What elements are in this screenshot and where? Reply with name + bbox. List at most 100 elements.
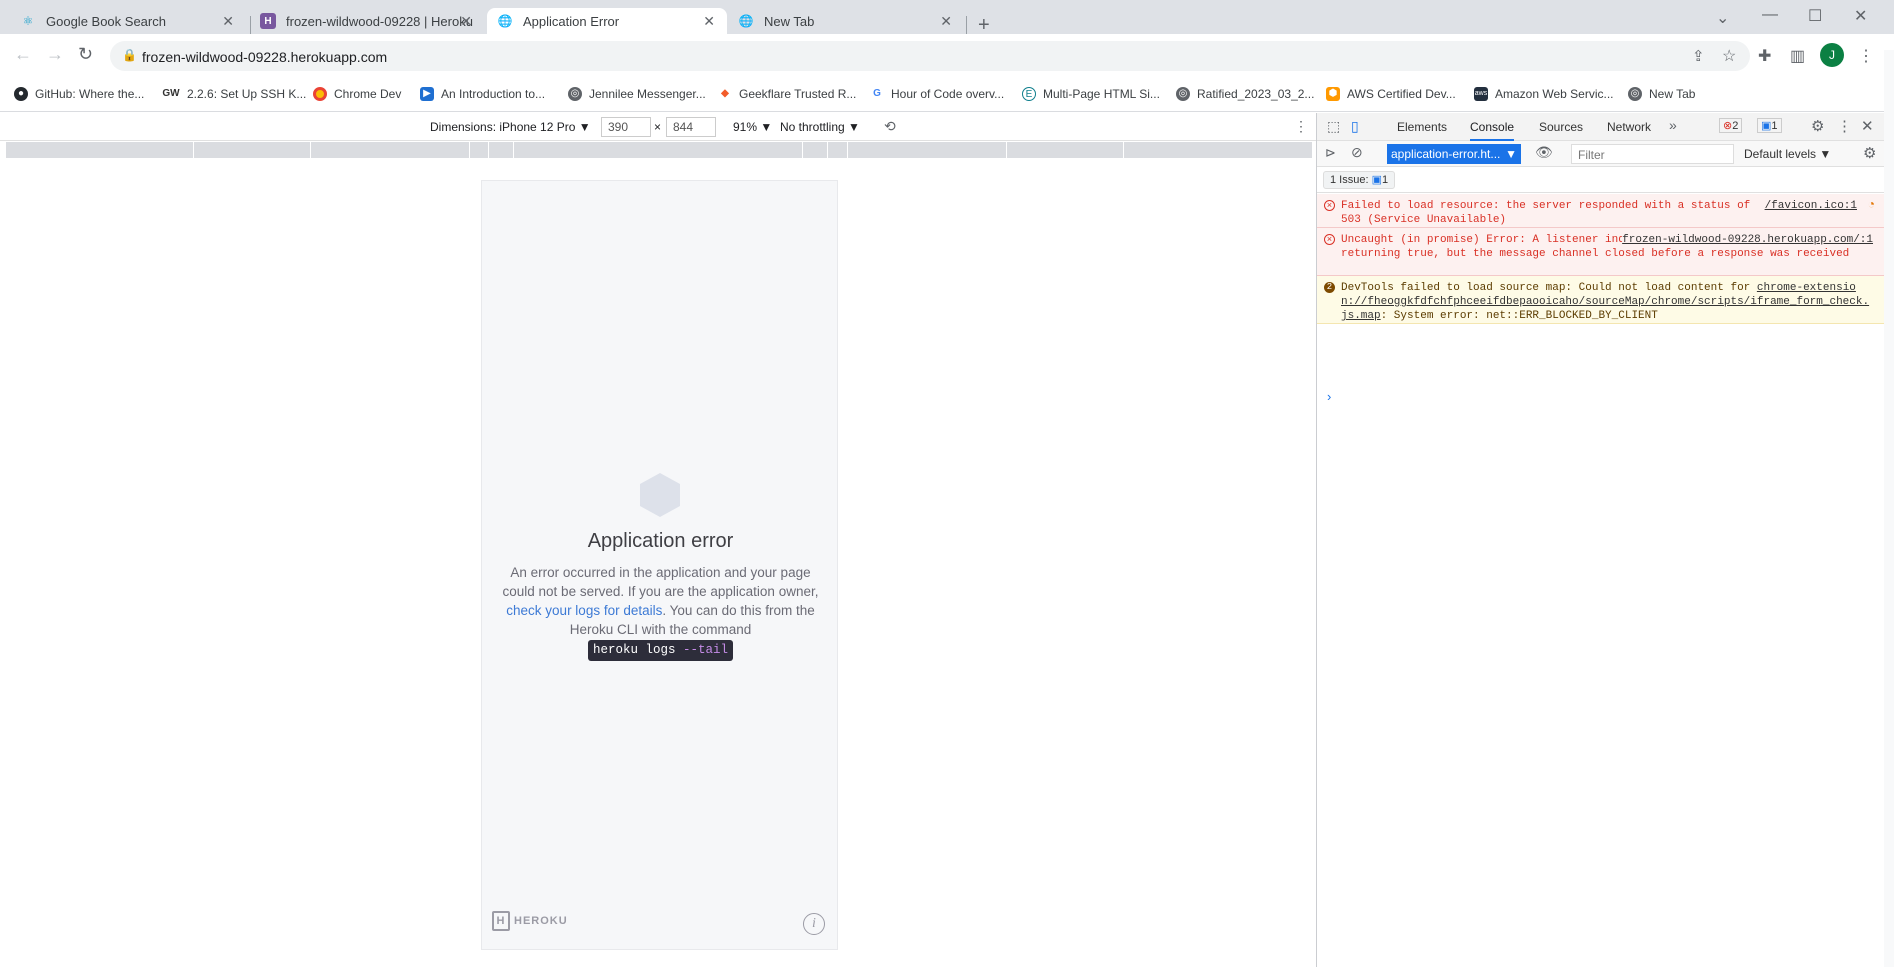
console-message[interactable]: 2 DevTools failed to load source map: Co… xyxy=(1317,276,1885,324)
error-icon: ⊗ xyxy=(1723,120,1733,132)
globe-icon: ◎ xyxy=(1628,87,1642,101)
maximize-button[interactable]: ☐ xyxy=(1808,6,1822,26)
settings-icon[interactable]: ⚙ xyxy=(1811,117,1824,135)
console-settings-icon[interactable]: ⚙ xyxy=(1863,144,1876,162)
info-icon[interactable]: i xyxy=(803,913,825,935)
tab-new-tab[interactable]: 🌐 New Tab ✕ xyxy=(728,8,964,34)
tab-elements[interactable]: Elements xyxy=(1397,120,1447,134)
forward-button[interactable]: → xyxy=(46,44,64,65)
page-title: Application error xyxy=(587,530,734,552)
hexagon-icon xyxy=(640,473,680,517)
zoom-select[interactable]: 91% ▼ xyxy=(733,120,772,134)
devtools-menu-icon[interactable]: ⋮ xyxy=(1837,117,1852,135)
bookmark-item[interactable]: Chrome Dev xyxy=(313,87,401,101)
issues-button[interactable]: 1 Issue: ▣1 xyxy=(1323,171,1396,189)
bookmark-item[interactable]: ◎ New Tab xyxy=(1628,87,1695,101)
throttling-select[interactable]: No throttling ▼ xyxy=(780,120,860,134)
filter-input[interactable]: Filter xyxy=(1571,144,1734,164)
bookmark-star-icon[interactable]: ☆ xyxy=(1722,46,1736,66)
bookmark-item[interactable]: ◎ Jennilee Messenger... xyxy=(568,87,706,101)
avatar[interactable]: J xyxy=(1820,43,1844,67)
device-viewport: Application error An error occurred in t… xyxy=(481,180,838,950)
tab-network[interactable]: Network xyxy=(1607,120,1651,134)
cli-command: heroku logs --tail xyxy=(587,640,734,661)
globe-icon: ◎ xyxy=(568,87,582,101)
more-tabs-icon[interactable]: » xyxy=(1669,117,1677,133)
tab-application-error[interactable]: 🌐 Application Error ✕ xyxy=(487,8,727,34)
bookmark-item[interactable]: GW 2.2.6: Set Up SSH K... xyxy=(162,87,306,101)
aws-cert-icon: ⬢ xyxy=(1326,87,1340,101)
device-select[interactable]: Dimensions: iPhone 12 Pro ▼ xyxy=(430,120,591,134)
right-edge-strip xyxy=(1884,50,1894,967)
tab-title: Application Error xyxy=(523,13,620,29)
tab-search-icon[interactable]: ⌄ xyxy=(1716,8,1729,28)
rotate-icon[interactable]: ⟲ xyxy=(884,118,896,135)
bookmark-item[interactable]: ⬢ AWS Certified Dev... xyxy=(1326,87,1456,101)
context-select[interactable]: application-error.ht... ▼ xyxy=(1387,144,1521,164)
tab-strip: ⚛ Google Book Search ✕ H frozen-wildwood… xyxy=(0,0,1894,36)
share-icon[interactable]: ⇪ xyxy=(1692,47,1705,65)
play-icon: ▶ xyxy=(420,87,434,101)
close-icon[interactable]: ✕ xyxy=(1861,117,1874,135)
geekflare-icon: ◆ xyxy=(718,87,732,101)
heroku-icon: H xyxy=(260,13,276,29)
address-bar[interactable]: 🔒 frozen-wildwood-09228.herokuapp.com ⇪ … xyxy=(110,41,1750,71)
bookmark-item[interactable]: ● GitHub: Where the... xyxy=(14,87,144,101)
lock-icon[interactable]: 🔒 xyxy=(122,48,137,62)
tab-heroku[interactable]: H frozen-wildwood-09228 | Heroku ✕ xyxy=(250,8,484,34)
back-button[interactable]: ← xyxy=(14,44,32,65)
source-link[interactable]: /favicon.ico:1 xyxy=(1765,199,1857,213)
times-sign: × xyxy=(654,120,662,134)
bookmark-item[interactable]: ▶ An Introduction to... xyxy=(420,87,545,101)
close-window-button[interactable]: ✕ xyxy=(1854,6,1867,26)
minimize-button[interactable]: — xyxy=(1762,6,1778,24)
close-icon[interactable]: ✕ xyxy=(940,13,952,30)
device-toggle-icon[interactable]: ▯ xyxy=(1351,118,1359,135)
console-message[interactable]: × Uncaught (in promise) Error: A listene… xyxy=(1317,228,1885,276)
tab-console[interactable]: Console xyxy=(1470,120,1515,141)
console-prompt[interactable]: › xyxy=(1327,389,1331,404)
bookmark-item[interactable]: ◆ Geekflare Trusted R... xyxy=(718,87,856,101)
media-query-ruler[interactable] xyxy=(6,142,1312,158)
chrome-icon xyxy=(313,87,327,101)
tab-title: frozen-wildwood-09228 | Heroku xyxy=(286,13,473,29)
extensions-icon[interactable]: ✚ xyxy=(1758,46,1771,66)
network-icon[interactable]: ◔ xyxy=(1868,198,1875,212)
sidebar-toggle-icon[interactable]: ⊳ xyxy=(1325,145,1336,161)
bookmark-item[interactable]: G Hour of Code overv... xyxy=(870,87,1004,101)
gw-icon: GW xyxy=(162,87,180,101)
source-link[interactable]: frozen-wildwood-09228.herokuapp.com/:1 xyxy=(1622,233,1873,247)
close-icon[interactable]: ✕ xyxy=(703,13,715,30)
browser-toolbar: ← → ↻ 🔒 frozen-wildwood-09228.herokuapp.… xyxy=(0,34,1894,78)
close-icon[interactable]: ✕ xyxy=(222,13,234,30)
logs-link[interactable]: check your logs for details xyxy=(506,603,662,618)
tab-google-book-search[interactable]: ⚛ Google Book Search ✕ xyxy=(10,8,246,34)
levels-select[interactable]: Default levels ▼ xyxy=(1744,147,1831,161)
more-options-icon[interactable]: ⋮ xyxy=(1294,118,1308,135)
width-input[interactable]: 390 xyxy=(601,117,651,137)
bookmark-item[interactable]: ◎ Ratified_2023_03_2... xyxy=(1176,87,1314,101)
inspect-icon[interactable]: ⬚ xyxy=(1327,118,1340,135)
google-icon: G xyxy=(870,87,884,101)
side-panel-icon[interactable]: ▥ xyxy=(1790,46,1805,66)
eye-icon[interactable]: 👁 xyxy=(1535,144,1553,161)
bookmark-item[interactable]: E Multi-Page HTML Si... xyxy=(1022,87,1160,101)
globe-icon: ◎ xyxy=(1176,87,1190,101)
devtools-tabbar: ⬚ ▯ Elements Console Sources Network » ⊗… xyxy=(1317,113,1885,141)
error-count-badge[interactable]: ⊗2 xyxy=(1719,118,1743,133)
console-message[interactable]: × Failed to load resource: the server re… xyxy=(1317,194,1885,228)
github-icon: ● xyxy=(14,87,28,101)
close-icon[interactable]: ✕ xyxy=(460,13,472,30)
react-icon: ⚛ xyxy=(22,14,34,28)
tab-sources[interactable]: Sources xyxy=(1539,120,1583,134)
clear-console-icon[interactable]: ⊘ xyxy=(1351,144,1363,161)
menu-icon[interactable]: ⋮ xyxy=(1858,46,1874,66)
bookmark-item[interactable]: aws Amazon Web Servic... xyxy=(1474,87,1614,101)
error-icon: × xyxy=(1324,200,1335,211)
chevron-down-icon: ▼ xyxy=(1505,147,1517,161)
heroku-logo[interactable]: H HEROKU xyxy=(492,911,568,931)
reload-button[interactable]: ↻ xyxy=(78,44,93,65)
height-input[interactable]: 844 xyxy=(666,117,716,137)
message-icon: ▣ xyxy=(1761,120,1772,132)
issue-count-badge[interactable]: ▣1 xyxy=(1757,118,1782,133)
